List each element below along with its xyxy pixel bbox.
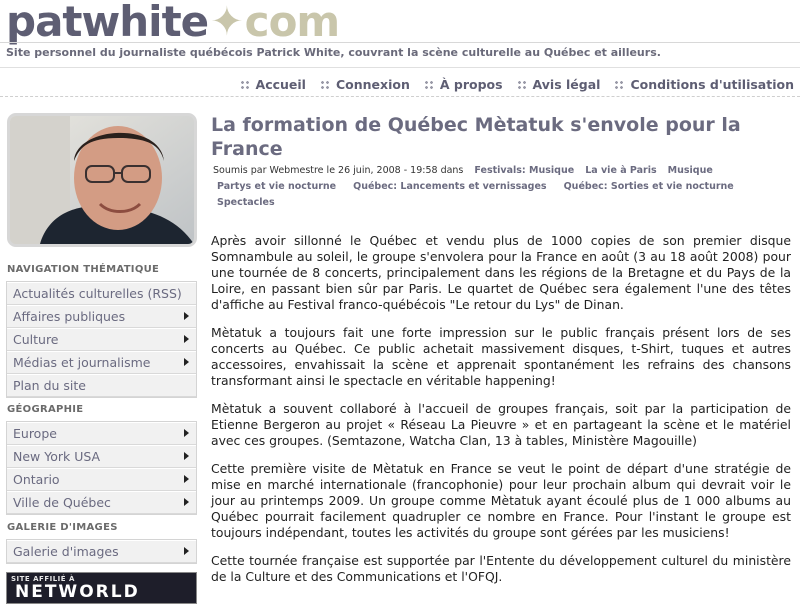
nav-conditions[interactable]: Conditions d'utilisation bbox=[614, 77, 794, 92]
nav-label: Accueil bbox=[255, 77, 306, 92]
nav-label: À propos bbox=[439, 77, 503, 92]
sidebar-item-galerie[interactable]: Galerie d'images bbox=[7, 540, 196, 563]
sidebar-item-label: Ville de Québec bbox=[13, 495, 111, 510]
sidebar-item-plan-du-site[interactable]: Plan du site bbox=[7, 374, 196, 397]
article-paragraph: Après avoir sillonné le Québec et vendu … bbox=[211, 233, 791, 312]
article-paragraph: Cette tournée française est supportée pa… bbox=[211, 553, 791, 584]
geographie-title: GÉOGRAPHIE bbox=[7, 404, 84, 415]
sidebar-item-medias[interactable]: Médias et journalisme bbox=[7, 351, 196, 374]
arrow-right-icon bbox=[184, 358, 189, 366]
article-paragraph: Mètatuk a souvent collaboré à l'accueil … bbox=[211, 401, 791, 448]
galerie-menu: Galerie d'images bbox=[6, 539, 197, 564]
sidebar-item-label: Ontario bbox=[13, 472, 60, 487]
tag-link[interactable]: Québec: Sorties et vie nocturne bbox=[564, 181, 734, 192]
header-divider bbox=[0, 42, 800, 43]
nav-connexion[interactable]: Connexion bbox=[319, 77, 410, 92]
author-photo bbox=[7, 113, 197, 247]
tag-link[interactable]: Spectacles bbox=[217, 197, 275, 208]
dots-icon bbox=[614, 79, 625, 90]
nav-avis-legal[interactable]: Avis légal bbox=[516, 77, 601, 92]
sidebar-item-affaires-publiques[interactable]: Affaires publiques bbox=[7, 305, 196, 328]
nav-thematique-menu: Actualités culturelles (RSS) Affaires pu… bbox=[6, 281, 197, 398]
top-navigation: Accueil Connexion À propos Avis légal Co… bbox=[239, 77, 794, 92]
tag-link[interactable]: Musique bbox=[668, 165, 713, 176]
dots-icon bbox=[239, 79, 250, 90]
nav-thematique-title: NAVIGATION THÉMATIQUE bbox=[7, 264, 160, 275]
arrow-right-icon bbox=[184, 452, 189, 460]
arrow-right-icon bbox=[184, 429, 189, 437]
sidebar-item-culture[interactable]: Culture bbox=[7, 328, 196, 351]
logo-text-left: patwhite bbox=[6, 0, 209, 46]
arrow-right-icon bbox=[184, 475, 189, 483]
logo-star-icon: ✦ bbox=[210, 0, 244, 45]
dots-icon bbox=[516, 79, 527, 90]
arrow-right-icon bbox=[184, 547, 189, 555]
sidebar-item-label: Plan du site bbox=[13, 378, 86, 393]
arrow-right-icon bbox=[184, 335, 189, 343]
article-paragraph: Mètatuk a toujours fait une forte impres… bbox=[211, 325, 791, 388]
logo-text-right: com bbox=[244, 0, 341, 46]
site-logo[interactable]: patwhite ✦ com bbox=[6, 0, 341, 46]
galerie-title: GALERIE D'IMAGES bbox=[7, 522, 118, 533]
submitted-by: Soumis par Webmestre le 26 juin, 2008 - … bbox=[213, 165, 464, 176]
article-meta: Soumis par Webmestre le 26 juin, 2008 - … bbox=[213, 163, 793, 211]
nav-accueil[interactable]: Accueil bbox=[239, 77, 306, 92]
article-title[interactable]: La formation de Québec Mètatuk s'envole … bbox=[211, 113, 781, 161]
article-paragraph: Cette première visite de Mètatuk en Fran… bbox=[211, 461, 791, 540]
tag-link[interactable]: La vie à Paris bbox=[585, 165, 656, 176]
sidebar-item-label: Actualités culturelles (RSS) bbox=[13, 286, 182, 301]
tag-link[interactable]: Partys et vie nocturne bbox=[217, 181, 336, 192]
sidebar-item-ville-de-quebec[interactable]: Ville de Québec bbox=[7, 491, 196, 514]
sidebar-item-label: Affaires publiques bbox=[13, 309, 126, 324]
nav-label: Avis légal bbox=[532, 77, 601, 92]
dots-icon bbox=[319, 79, 330, 90]
sidebar-item-actualites[interactable]: Actualités culturelles (RSS) bbox=[7, 282, 196, 305]
nav-label: Conditions d'utilisation bbox=[630, 77, 794, 92]
arrow-right-icon bbox=[184, 312, 189, 320]
badge-logo-text: NETWORLD bbox=[15, 582, 140, 602]
author-portrait-image bbox=[10, 116, 194, 244]
site-tagline: Site personnel du journaliste québécois … bbox=[6, 46, 661, 59]
tag-link[interactable]: Festivals: Musique bbox=[474, 165, 574, 176]
sidebar-item-label: Europe bbox=[13, 426, 57, 441]
networld-badge[interactable]: SITE AFFILIÉ À NETWORLD bbox=[6, 572, 197, 604]
arrow-right-icon bbox=[184, 498, 189, 506]
nav-separator bbox=[0, 96, 800, 97]
geographie-menu: Europe New York USA Ontario Ville de Qué… bbox=[6, 421, 197, 515]
header-separator bbox=[0, 67, 800, 68]
sidebar-item-new-york[interactable]: New York USA bbox=[7, 445, 196, 468]
sidebar-item-label: New York USA bbox=[13, 449, 101, 464]
sidebar-item-ontario[interactable]: Ontario bbox=[7, 468, 196, 491]
article-body: Après avoir sillonné le Québec et vendu … bbox=[211, 233, 791, 597]
sidebar-item-europe[interactable]: Europe bbox=[7, 422, 196, 445]
sidebar-item-label: Galerie d'images bbox=[13, 544, 119, 559]
sidebar-item-label: Médias et journalisme bbox=[13, 355, 151, 370]
sidebar-item-label: Culture bbox=[13, 332, 59, 347]
tag-link[interactable]: Québec: Lancements et vernissages bbox=[353, 181, 546, 192]
nav-a-propos[interactable]: À propos bbox=[423, 77, 503, 92]
nav-label: Connexion bbox=[335, 77, 410, 92]
dots-icon bbox=[423, 79, 434, 90]
